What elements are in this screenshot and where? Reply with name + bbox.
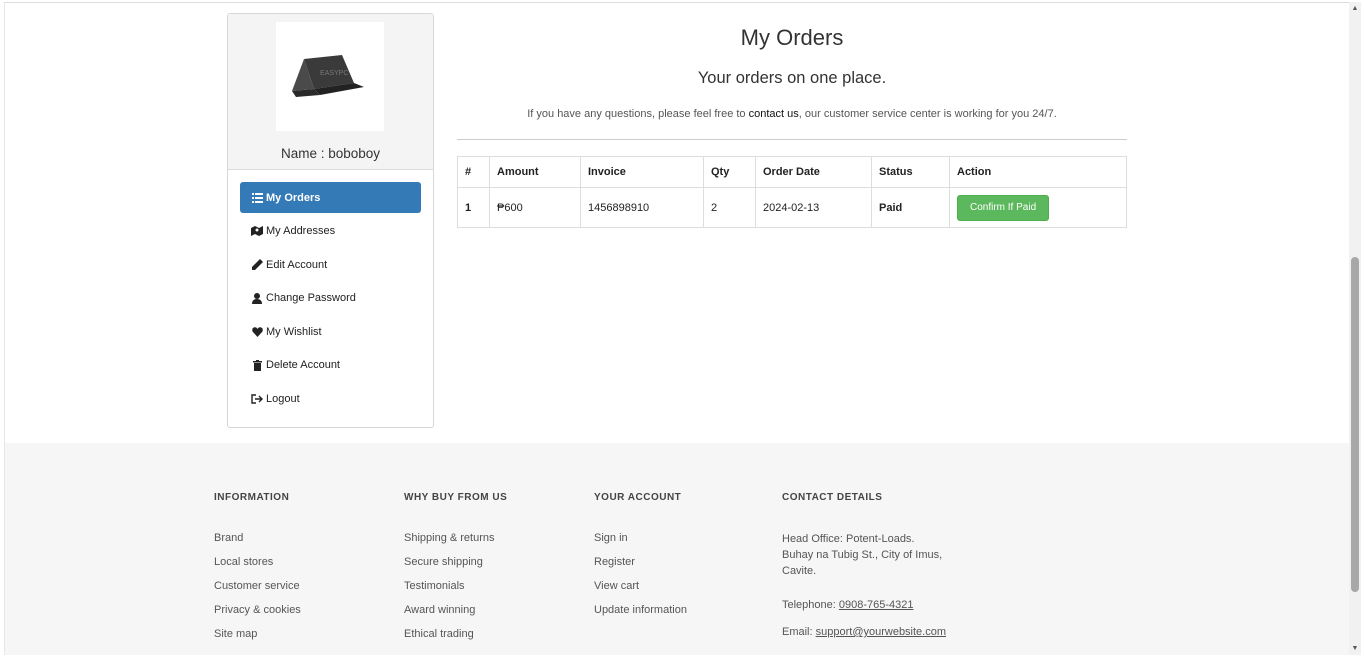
profile-panel: EASYPC Name : boboboy My Orders My Addre… bbox=[227, 13, 434, 428]
sidebar-item-label: My Addresses bbox=[266, 225, 336, 238]
footer-heading: WHY BUY FROM US bbox=[404, 492, 508, 503]
column-header: # bbox=[457, 156, 490, 188]
sidebar-item-delete-account[interactable]: Delete Account bbox=[240, 350, 421, 381]
sidebar-item-label: My Orders bbox=[266, 191, 321, 204]
column-header: Status bbox=[871, 156, 950, 188]
page-title: My Orders bbox=[740, 25, 844, 50]
info-text: If you have any questions, please feel f… bbox=[457, 108, 1127, 120]
footer-link-secure-shipping[interactable]: Secure shipping bbox=[404, 556, 507, 580]
footer-why-buy: WHY BUY FROM US Shipping & returns Secur… bbox=[404, 492, 507, 652]
sidebar-item-my-orders[interactable]: My Orders bbox=[240, 182, 421, 213]
footer-link-ethical-trading[interactable]: Ethical trading bbox=[404, 628, 507, 652]
logout-icon bbox=[251, 394, 263, 404]
footer-link-local-stores[interactable]: Local stores bbox=[214, 556, 301, 580]
scroll-down-arrow-icon[interactable]: ▼ bbox=[1349, 645, 1361, 652]
account-menu: My Orders My Addresses Edit Account Chan… bbox=[240, 182, 421, 417]
trash-icon bbox=[251, 359, 263, 371]
footer: INFORMATION Brand Local stores Customer … bbox=[5, 443, 1349, 655]
telephone-line: Telephone: 0908-765-4321 bbox=[782, 597, 946, 613]
heart-icon bbox=[251, 327, 263, 337]
scroll-thumb[interactable] bbox=[1351, 257, 1359, 592]
address-line: Head Office: Potent-Loads. bbox=[782, 533, 915, 545]
column-header: Amount bbox=[489, 156, 581, 188]
profile-name: Name : boboboy bbox=[280, 146, 381, 161]
user-icon bbox=[251, 292, 263, 304]
sidebar-item-label: My Wishlist bbox=[266, 325, 322, 338]
footer-heading: CONTACT DETAILS bbox=[782, 492, 883, 503]
email-label: Email: bbox=[782, 626, 816, 638]
info-text-before: If you have any questions, please feel f… bbox=[527, 108, 749, 120]
footer-your-account: YOUR ACCOUNT Sign in Register View cart … bbox=[594, 492, 687, 628]
order-amount: ₱600 bbox=[489, 187, 581, 228]
column-header: Action bbox=[949, 156, 1127, 188]
order-number: 1 bbox=[457, 187, 490, 228]
sidebar-item-label: Delete Account bbox=[266, 359, 340, 372]
address-line: Cavite. bbox=[782, 565, 817, 577]
vertical-scrollbar[interactable]: ▲ ▼ bbox=[1349, 2, 1361, 655]
map-icon bbox=[251, 226, 263, 237]
divider bbox=[457, 139, 1127, 140]
page-frame: EASYPC Name : boboboy My Orders My Addre… bbox=[4, 2, 1349, 655]
footer-link-testimonials[interactable]: Testimonials bbox=[404, 580, 507, 604]
status-badge: Paid bbox=[871, 187, 950, 228]
footer-link-customer-service[interactable]: Customer service bbox=[214, 580, 301, 604]
order-invoice: 1456898910 bbox=[580, 187, 704, 228]
scroll-up-arrow-icon[interactable]: ▲ bbox=[1349, 5, 1361, 12]
sidebar-item-label: Edit Account bbox=[266, 258, 328, 271]
orders-table: # Amount Invoice Qty Order Date Status A… bbox=[457, 156, 1127, 228]
footer-link-update-information[interactable]: Update information bbox=[594, 604, 687, 628]
sidebar-item-my-wishlist[interactable]: My Wishlist bbox=[240, 316, 421, 347]
sidebar-item-change-password[interactable]: Change Password bbox=[240, 283, 421, 314]
footer-link-shipping-returns[interactable]: Shipping & returns bbox=[404, 532, 507, 556]
info-text-after: , our customer service center is working… bbox=[798, 108, 1057, 120]
footer-link-brand[interactable]: Brand bbox=[214, 532, 301, 556]
order-action-cell: Confirm If Paid bbox=[949, 187, 1127, 228]
column-header: Qty bbox=[703, 156, 756, 188]
sidebar-item-logout[interactable]: Logout bbox=[240, 384, 421, 415]
footer-link-site-map[interactable]: Site map bbox=[214, 628, 301, 652]
sidebar-item-label: Logout bbox=[266, 393, 300, 406]
footer-link-register[interactable]: Register bbox=[594, 556, 687, 580]
footer-information: INFORMATION Brand Local stores Customer … bbox=[214, 492, 301, 652]
telephone-link[interactable]: 0908-765-4321 bbox=[839, 599, 914, 611]
pencil-icon bbox=[251, 259, 263, 271]
footer-link-award-winning[interactable]: Award winning bbox=[404, 604, 507, 628]
telephone-label: Telephone: bbox=[782, 599, 839, 611]
column-header: Order Date bbox=[755, 156, 872, 188]
contact-us-link[interactable]: contact us bbox=[749, 108, 799, 120]
email-line: Email: support@yourwebsite.com bbox=[782, 624, 946, 640]
email-link[interactable]: support@yourwebsite.com bbox=[816, 626, 946, 638]
avatar-watermark: EASYPC bbox=[320, 70, 348, 77]
order-date: 2024-02-13 bbox=[755, 187, 872, 228]
page-subtitle: Your orders on one place. bbox=[697, 69, 887, 87]
table-header-row: # Amount Invoice Qty Order Date Status A… bbox=[457, 156, 1127, 188]
sidebar-item-edit-account[interactable]: Edit Account bbox=[240, 249, 421, 280]
column-header: Invoice bbox=[580, 156, 704, 188]
footer-contact-details: CONTACT DETAILS Head Office: Potent-Load… bbox=[782, 492, 946, 640]
sidebar-item-label: Change Password bbox=[266, 292, 356, 305]
profile-header: EASYPC Name : boboboy bbox=[228, 14, 433, 170]
order-qty: 2 bbox=[703, 187, 756, 228]
confirm-if-paid-button[interactable]: Confirm If Paid bbox=[957, 194, 1050, 221]
footer-link-sign-in[interactable]: Sign in bbox=[594, 532, 687, 556]
footer-heading: INFORMATION bbox=[214, 492, 290, 503]
footer-link-privacy[interactable]: Privacy & cookies bbox=[214, 604, 301, 628]
table-row: 1 ₱600 1456898910 2 2024-02-13 Paid Conf… bbox=[457, 187, 1127, 228]
list-icon bbox=[251, 192, 263, 203]
footer-link-view-cart[interactable]: View cart bbox=[594, 580, 687, 604]
address-line: Buhay na Tubig St., City of Imus, bbox=[782, 549, 943, 561]
footer-heading: YOUR ACCOUNT bbox=[594, 492, 682, 503]
avatar: EASYPC bbox=[276, 22, 384, 131]
laptop-image: EASYPC bbox=[292, 54, 364, 97]
sidebar-item-my-addresses[interactable]: My Addresses bbox=[240, 216, 421, 247]
